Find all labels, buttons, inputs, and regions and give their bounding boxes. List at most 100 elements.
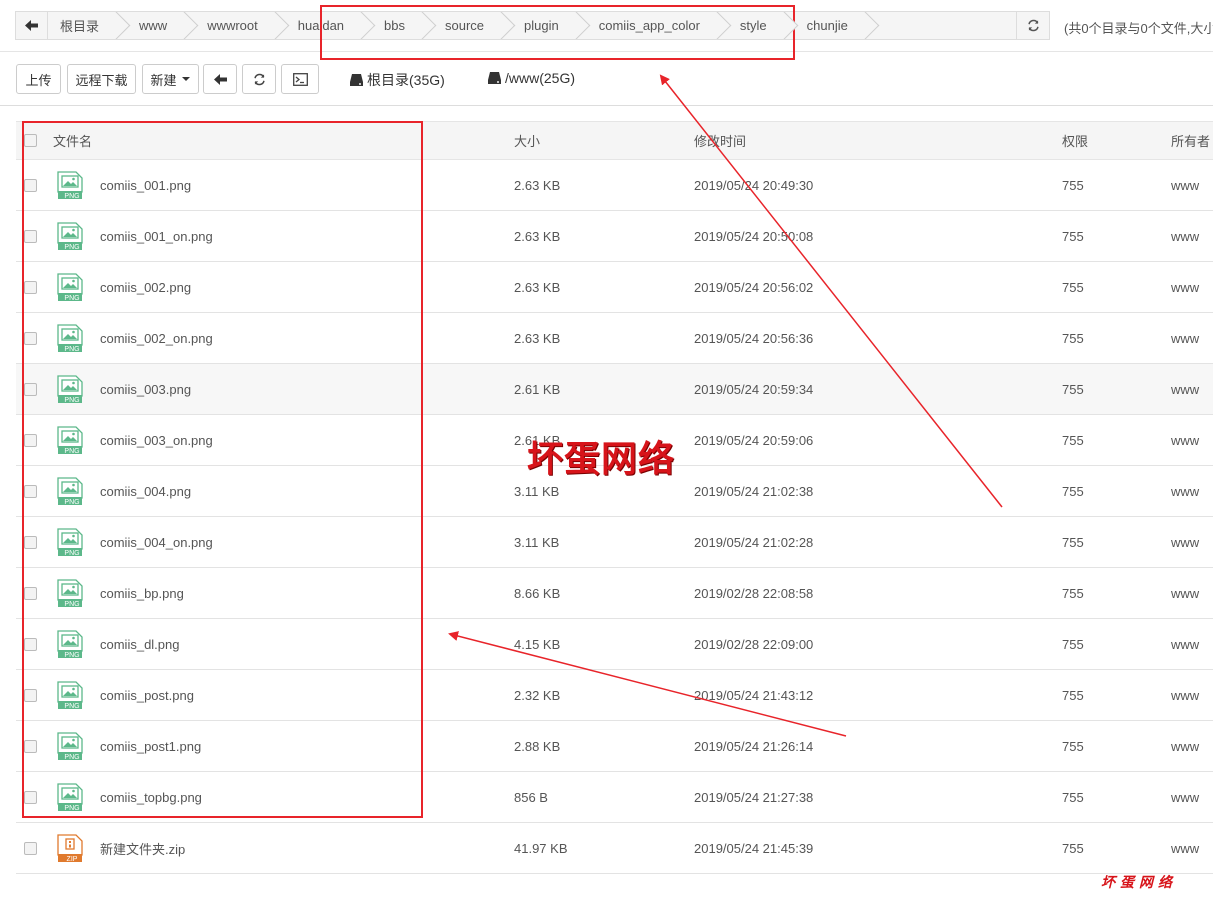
arrow-left-icon xyxy=(25,20,38,31)
row-checkbox[interactable] xyxy=(24,739,37,753)
caret-down-icon xyxy=(181,77,190,81)
table-row[interactable]: comiis_post1.png PNG 2.88 KB 2019/05/24 21:… xyxy=(16,721,1213,772)
owner-cell[interactable]: www xyxy=(1171,670,1199,720)
row-checkbox[interactable] xyxy=(24,178,37,192)
file-name[interactable]: comiis_topbg.png xyxy=(100,790,202,805)
file-name[interactable]: comiis_post.png xyxy=(100,688,194,703)
file-name[interactable]: comiis_002_on.png xyxy=(100,331,213,346)
path-back-button[interactable] xyxy=(16,12,48,39)
select-all-checkbox[interactable] xyxy=(24,134,37,147)
owner-cell[interactable]: www xyxy=(1171,262,1199,312)
terminal-button[interactable] xyxy=(281,64,319,94)
file-name[interactable]: comiis_002.png xyxy=(100,280,191,295)
file-name[interactable]: comiis_001_on.png xyxy=(100,229,213,244)
row-checkbox[interactable] xyxy=(24,382,37,396)
owner-cell[interactable]: www xyxy=(1171,364,1199,414)
divider xyxy=(0,51,1213,52)
breadcrumb-item[interactable]: comiis_app_color xyxy=(576,12,718,39)
size-cell: 2.63 KB xyxy=(514,177,561,193)
owner-cell[interactable]: www xyxy=(1171,313,1199,363)
header-name[interactable]: 文件名 xyxy=(53,122,92,159)
size-cell: 856 B xyxy=(514,789,548,805)
perm-cell[interactable]: 755 xyxy=(1062,517,1084,567)
perm-cell[interactable]: 755 xyxy=(1062,160,1084,210)
back-button[interactable] xyxy=(203,64,237,94)
owner-cell[interactable]: www xyxy=(1171,772,1199,822)
perm-cell[interactable]: 755 xyxy=(1062,772,1084,822)
perm-cell[interactable]: 755 xyxy=(1062,823,1084,873)
breadcrumb-item[interactable]: wwwroot xyxy=(185,12,276,39)
upload-button[interactable]: 上传 xyxy=(16,64,61,94)
breadcrumb-item[interactable]: 根目录 xyxy=(48,12,118,39)
table-row[interactable]: 新建文件夹.zip ZIP 41.97 KB 2019/05/24 21:45:39 7… xyxy=(16,823,1213,874)
row-checkbox[interactable] xyxy=(24,688,37,702)
new-dropdown-button[interactable]: 新建 xyxy=(142,64,199,94)
row-checkbox[interactable] xyxy=(24,229,37,243)
owner-cell[interactable]: www xyxy=(1171,619,1199,669)
table-row[interactable]: comiis_002.png PNG 2.63 KB 2019/05/24 20:56… xyxy=(16,262,1213,313)
path-refresh-button[interactable] xyxy=(1016,12,1049,39)
mtime-cell: 2019/05/24 20:56:36 xyxy=(694,330,814,346)
upload-label: 上传 xyxy=(25,72,52,88)
table-row[interactable]: comiis_001_on.png PNG 2.63 KB 2019/05/24 20… xyxy=(16,211,1213,262)
perm-cell[interactable]: 755 xyxy=(1062,262,1084,312)
owner-cell[interactable]: www xyxy=(1171,160,1199,210)
perm-cell[interactable]: 755 xyxy=(1062,721,1084,771)
row-checkbox[interactable] xyxy=(24,841,37,855)
disk-root[interactable]: 根目录(35G) xyxy=(350,70,445,90)
mtime-cell: 2019/05/24 20:50:08 xyxy=(694,228,814,244)
select-all-cell xyxy=(24,122,37,159)
table-row[interactable]: comiis_004_on.png PNG 3.11 KB 2019/05/24 21… xyxy=(16,517,1213,568)
file-table: 文件名 大小 修改时间 权限 所有者 comiis_001.png PNG 2.63… xyxy=(16,121,1213,874)
table-row[interactable]: comiis_topbg.png PNG 856 B 2019/05/24 21:27… xyxy=(16,772,1213,823)
file-name[interactable]: comiis_004_on.png xyxy=(100,535,213,550)
owner-cell[interactable]: www xyxy=(1171,721,1199,771)
row-checkbox[interactable] xyxy=(24,790,37,804)
table-row[interactable]: comiis_bp.png PNG 8.66 KB 2019/02/28 22:08:… xyxy=(16,568,1213,619)
file-name[interactable]: 新建文件夹.zip xyxy=(100,839,185,858)
perm-cell[interactable]: 755 xyxy=(1062,313,1084,363)
row-checkbox[interactable] xyxy=(24,535,37,549)
perm-cell[interactable]: 755 xyxy=(1062,364,1084,414)
refresh-button[interactable] xyxy=(242,64,276,94)
header-mtime[interactable]: 修改时间 xyxy=(694,122,746,159)
row-checkbox[interactable] xyxy=(24,637,37,651)
row-checkbox[interactable] xyxy=(24,586,37,600)
file-name[interactable]: comiis_dl.png xyxy=(100,637,180,652)
file-name[interactable]: comiis_004.png xyxy=(100,484,191,499)
owner-cell[interactable]: www xyxy=(1171,823,1199,873)
file-name[interactable]: comiis_001.png xyxy=(100,178,191,193)
table-row[interactable]: comiis_001.png PNG 2.63 KB 2019/05/24 20:49… xyxy=(16,160,1213,211)
perm-cell[interactable]: 755 xyxy=(1062,415,1084,465)
disk-www[interactable]: /www(25G) xyxy=(488,70,575,86)
header-size[interactable]: 大小 xyxy=(514,122,540,159)
perm-cell[interactable]: 755 xyxy=(1062,211,1084,261)
owner-cell[interactable]: www xyxy=(1171,415,1199,465)
row-check-cell xyxy=(24,211,37,261)
perm-cell[interactable]: 755 xyxy=(1062,670,1084,720)
file-name[interactable]: comiis_003_on.png xyxy=(100,433,213,448)
row-checkbox[interactable] xyxy=(24,280,37,294)
perm-cell[interactable]: 755 xyxy=(1062,568,1084,618)
file-name[interactable]: comiis_bp.png xyxy=(100,586,184,601)
owner-cell[interactable]: www xyxy=(1171,211,1199,261)
file-type-label: PNG xyxy=(64,754,80,761)
header-perm[interactable]: 权限 xyxy=(1062,122,1088,159)
file-name[interactable]: comiis_003.png xyxy=(100,382,191,397)
file-name[interactable]: comiis_post1.png xyxy=(100,739,201,754)
row-checkbox[interactable] xyxy=(24,433,37,447)
table-row[interactable]: comiis_dl.png PNG 4.15 KB 2019/02/28 22:09:… xyxy=(16,619,1213,670)
row-checkbox[interactable] xyxy=(24,484,37,498)
table-row[interactable]: comiis_post.png PNG 2.32 KB 2019/05/24 21:4… xyxy=(16,670,1213,721)
owner-cell[interactable]: www xyxy=(1171,466,1199,516)
remote-download-button[interactable]: 远程下载 xyxy=(67,64,136,94)
breadcrumb: 根目录 www wwwroot huaidan bbs source plugin comii… xyxy=(48,12,1049,39)
owner-cell[interactable]: www xyxy=(1171,517,1199,567)
row-checkbox[interactable] xyxy=(24,331,37,345)
table-row[interactable]: comiis_002_on.png PNG 2.63 KB 2019/05/24 20… xyxy=(16,313,1213,364)
perm-cell[interactable]: 755 xyxy=(1062,619,1084,669)
table-row[interactable]: comiis_003.png PNG 2.61 KB 2019/05/24 20:59… xyxy=(16,364,1213,415)
owner-cell[interactable]: www xyxy=(1171,568,1199,618)
perm-cell[interactable]: 755 xyxy=(1062,466,1084,516)
header-owner[interactable]: 所有者 xyxy=(1171,122,1210,159)
